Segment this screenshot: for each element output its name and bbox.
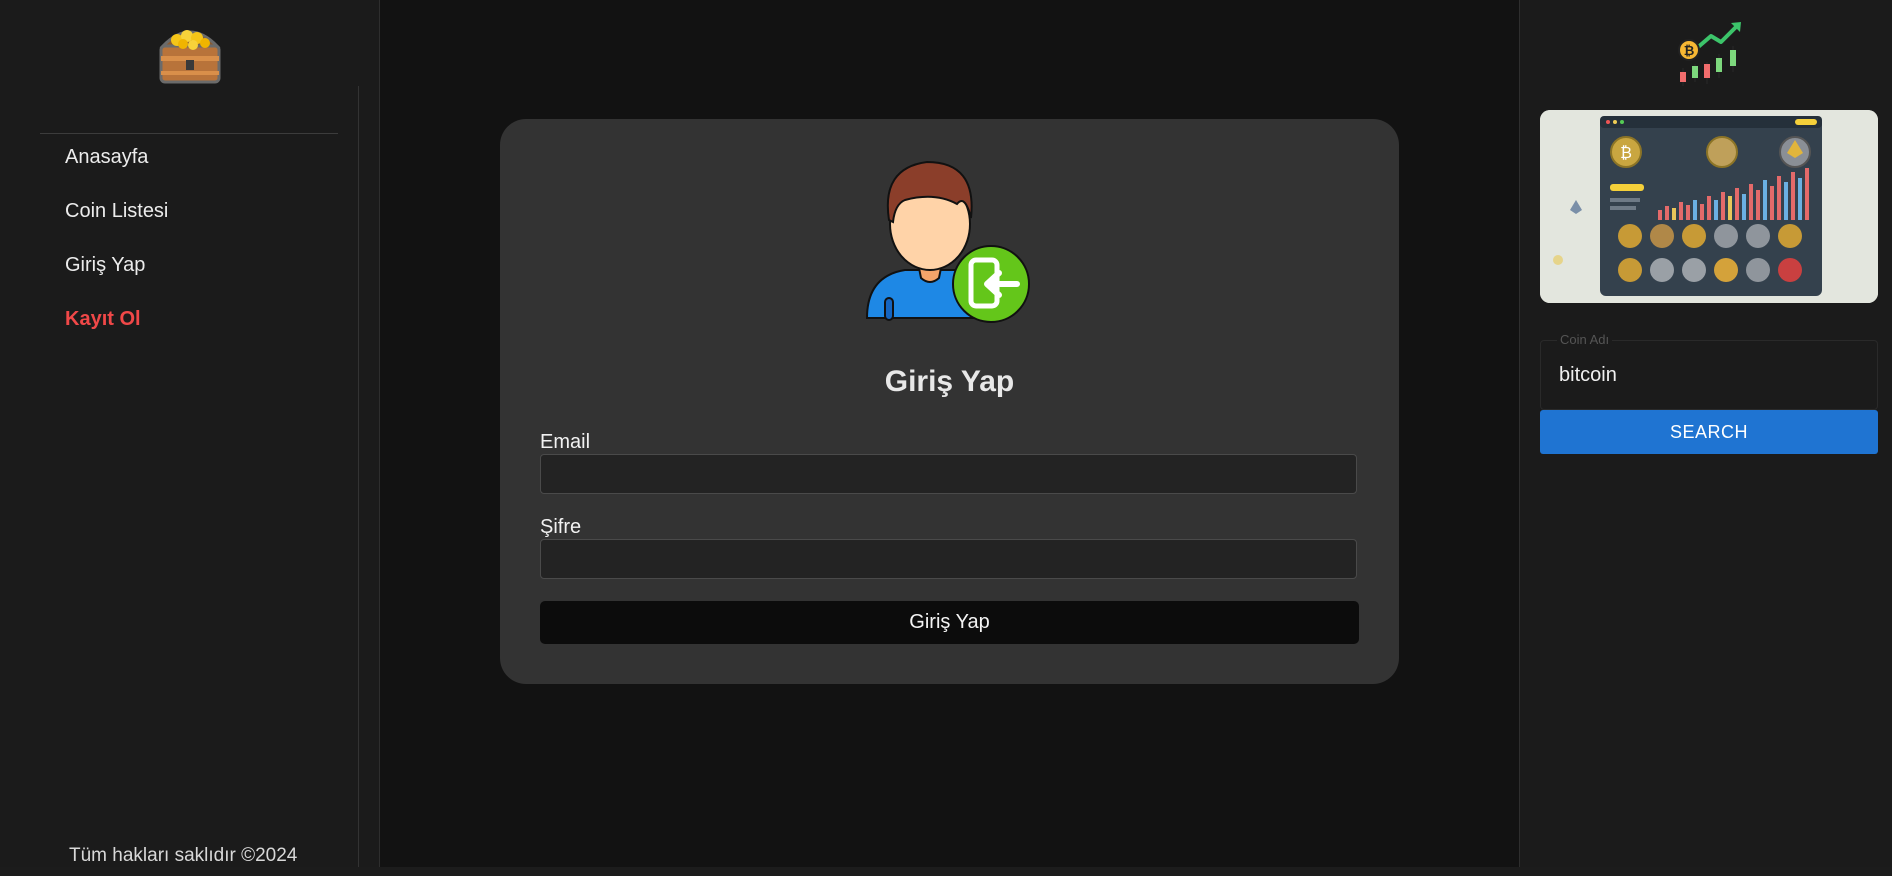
nav-item-coin-listesi[interactable]: Coin Listesi xyxy=(65,200,168,223)
svg-text:₿: ₿ xyxy=(1684,44,1695,59)
email-label: Email xyxy=(540,431,591,453)
coin-search-field: Coin Adı xyxy=(1540,332,1878,410)
left-sidebar: Anasayfa Coin Listesi Giriş Yap Kayıt Ol… xyxy=(0,0,380,876)
svg-text:₿: ₿ xyxy=(1620,143,1632,162)
password-label: Şifre xyxy=(540,516,582,538)
login-title: Giriş Yap xyxy=(884,365,1015,398)
sidebar-vertical-divider xyxy=(358,86,359,876)
right-sidebar: ₿ ₿ Coin Adı bitcoin SEARCH xyxy=(1519,0,1892,876)
treasure-chest-icon[interactable] xyxy=(155,16,225,88)
email-field[interactable] xyxy=(540,454,1357,494)
login-submit-button[interactable]: Giriş Yap xyxy=(540,601,1359,644)
crypto-dashboard-preview-image: ₿ xyxy=(1540,110,1878,303)
nav-item-anasayfa[interactable]: Anasayfa xyxy=(65,146,148,169)
crypto-chart-icon: ₿ xyxy=(1678,22,1741,86)
bottom-scroll-bar xyxy=(0,867,1892,876)
login-card: Giriş Yap Email Şifre Giriş Yap xyxy=(500,119,1399,684)
nav-item-kayit-ol[interactable]: Kayıt Ol xyxy=(65,308,141,331)
password-field[interactable] xyxy=(540,539,1357,579)
nav-item-giris-yap[interactable]: Giriş Yap xyxy=(65,254,145,277)
copyright-footer: Tüm hakları saklıdır ©2024 xyxy=(69,845,298,866)
search-button[interactable]: SEARCH xyxy=(1540,410,1878,454)
coin-search-legend: Coin Adı xyxy=(1557,332,1613,347)
sidebar-divider xyxy=(40,133,338,134)
coin-search-input[interactable] xyxy=(1557,363,1861,388)
user-login-icon xyxy=(865,160,1030,323)
